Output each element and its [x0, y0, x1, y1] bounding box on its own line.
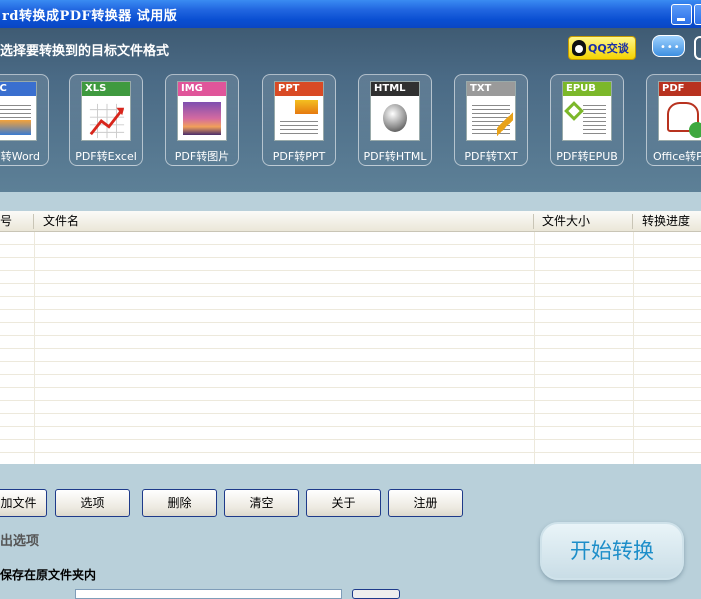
start-convert-button[interactable]: 开始转换 [540, 522, 684, 580]
pdf-doc-icon: PDF [658, 81, 701, 141]
options-button[interactable]: 选项 [55, 489, 130, 517]
qq-chat-button[interactable]: QQ交谈 [568, 36, 636, 60]
minimize-button[interactable] [671, 4, 692, 25]
tool-pdf-to-image[interactable]: IMG PDF转图片 [165, 74, 239, 166]
output-path-input[interactable] [75, 589, 342, 599]
chat-bubble-icon[interactable]: ••• [652, 35, 685, 61]
column-filesize[interactable]: 文件大小 [542, 211, 590, 231]
word-doc-icon: OC [0, 81, 37, 141]
format-header: 选择要转换到的目标文件格式 QQ交谈 ••• OC F转Word XLS PDF… [0, 28, 701, 192]
clear-button[interactable]: 清空 [224, 489, 299, 517]
table-body[interactable] [0, 232, 701, 464]
tool-pdf-to-word[interactable]: OC F转Word [0, 74, 49, 166]
file-table[interactable]: 号 文件名 文件大小 转换进度 [0, 211, 701, 464]
window-title: rd转换成PDF转换器 试用版 [2, 9, 178, 24]
image-doc-icon: IMG [177, 81, 227, 141]
ppt-doc-icon: PPT [274, 81, 324, 141]
tool-pdf-to-txt[interactable]: TXT PDF转TXT [454, 74, 528, 166]
tool-pdf-to-html[interactable]: HTML PDF转HTML [358, 74, 432, 166]
tool-label: Office转PI [653, 150, 701, 163]
register-button[interactable]: 注册 [388, 489, 463, 517]
title-bar: rd转换成PDF转换器 试用版 [0, 0, 701, 28]
tool-pdf-to-ppt[interactable]: PPT PDF转PPT [262, 74, 336, 166]
add-file-button[interactable]: 加文件 [0, 489, 47, 517]
tool-label: PDF转Excel [75, 150, 137, 163]
tool-pdf-to-excel[interactable]: XLS PDF转Excel [69, 74, 143, 166]
browse-button[interactable] [352, 589, 400, 599]
tool-label: PDF转HTML [363, 150, 427, 163]
format-instruction: 选择要转换到的目标文件格式 [0, 44, 170, 59]
txt-doc-icon: TXT [466, 81, 516, 141]
column-filename[interactable]: 文件名 [43, 211, 79, 231]
tool-label: PDF转图片 [174, 150, 230, 163]
tool-pdf-to-epub[interactable]: EPUB PDF转EPUB [550, 74, 624, 166]
qq-penguin-icon [572, 40, 586, 56]
column-index[interactable]: 号 [0, 211, 12, 231]
save-original-folder-option[interactable]: 保存在原文件夹内 [0, 566, 96, 583]
tool-label: PDF转EPUB [556, 150, 618, 163]
epub-doc-icon: EPUB [562, 81, 612, 141]
html-doc-icon: HTML [370, 81, 420, 141]
output-options-title: 出选项 [0, 534, 40, 549]
help-icon[interactable] [694, 36, 701, 60]
table-header: 号 文件名 文件大小 转换进度 [0, 211, 701, 232]
delete-button[interactable]: 删除 [142, 489, 217, 517]
tool-office-to-pdf[interactable]: PDF Office转PI [646, 74, 701, 166]
tool-label: PDF转PPT [272, 150, 326, 163]
qq-chat-label: QQ交谈 [588, 42, 629, 55]
maximize-button[interactable] [694, 4, 701, 25]
about-button[interactable]: 关于 [306, 489, 381, 517]
tool-label: F转Word [0, 150, 40, 163]
tool-label: PDF转TXT [464, 150, 518, 163]
column-progress[interactable]: 转换进度 [642, 211, 690, 231]
excel-doc-icon: XLS [81, 81, 131, 141]
